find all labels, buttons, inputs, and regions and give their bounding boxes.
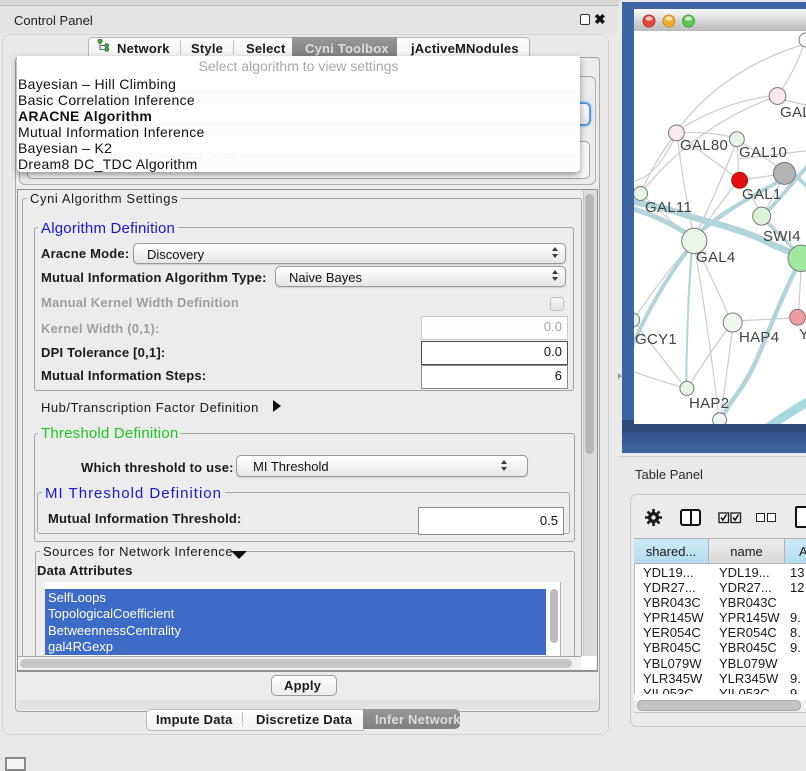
svg-text:GAL1: GAL1	[742, 186, 782, 203]
svg-text:GAL11: GAL11	[645, 199, 692, 216]
svg-text:SWI4: SWI4	[763, 228, 801, 245]
svg-text:GAL: GAL	[780, 104, 806, 121]
svg-text:HAP4: HAP4	[739, 329, 779, 346]
svg-text:GAL10: GAL10	[739, 144, 787, 161]
svg-text:GAL4: GAL4	[696, 249, 736, 266]
svg-text:GCY1: GCY1	[635, 331, 677, 348]
svg-text:HAP2: HAP2	[689, 395, 729, 412]
svg-text:GAL80: GAL80	[680, 137, 728, 154]
svg-text:Y: Y	[799, 326, 806, 343]
